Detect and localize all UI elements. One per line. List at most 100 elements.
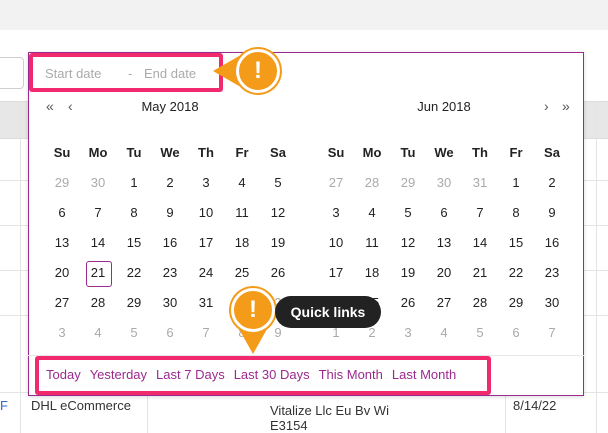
day-cell[interactable]: 27 (318, 168, 354, 198)
company-line-2: E3154 (270, 418, 308, 433)
day-cell[interactable]: 17 (188, 228, 224, 258)
day-cell[interactable]: 28 (354, 168, 390, 198)
day-cell[interactable]: 23 (152, 258, 188, 288)
day-cell[interactable]: 7 (80, 198, 116, 228)
table-column-divider (20, 101, 21, 433)
day-cell[interactable]: 27 (426, 288, 462, 318)
weekday-header-row: Su Mo Tu We Th Fr Sa (44, 138, 296, 168)
day-cell[interactable]: 5 (116, 318, 152, 348)
day-cell[interactable]: 30 (534, 288, 570, 318)
day-cell[interactable]: 20 (44, 258, 80, 288)
day-cell[interactable]: 3 (390, 318, 426, 348)
day-cell[interactable]: 26 (260, 258, 296, 288)
day-cell[interactable]: 3 (318, 198, 354, 228)
day-cell[interactable]: 7 (188, 318, 224, 348)
callout-arrow-icon (239, 329, 267, 354)
day-cell[interactable]: 17 (318, 258, 354, 288)
day-cell[interactable]: 4 (80, 318, 116, 348)
day-cell[interactable]: 31 (188, 288, 224, 318)
exclamation-icon: ! (236, 49, 280, 93)
day-cell[interactable]: 5 (260, 168, 296, 198)
day-cell[interactable]: 9 (152, 198, 188, 228)
day-cell[interactable]: 30 (152, 288, 188, 318)
day-cell[interactable]: 13 (44, 228, 80, 258)
day-cell[interactable]: 1 (116, 168, 152, 198)
highlight-date-range (29, 53, 223, 92)
day-cell[interactable]: 11 (224, 198, 260, 228)
day-cell[interactable]: 19 (390, 258, 426, 288)
day-cell[interactable]: 15 (498, 228, 534, 258)
day-cell[interactable]: 7 (534, 318, 570, 348)
table-cell-fragment[interactable]: F (0, 398, 8, 413)
day-cell[interactable]: 10 (318, 228, 354, 258)
week-row: 29 30 1 2 3 4 5 (44, 168, 296, 198)
day-cell[interactable]: 22 (498, 258, 534, 288)
day-cell[interactable]: 5 (390, 198, 426, 228)
week-row: 17 18 19 20 21 22 23 (318, 258, 570, 288)
day-cell[interactable]: 2 (152, 168, 188, 198)
day-cell[interactable]: 10 (188, 198, 224, 228)
app-top-bar (0, 0, 608, 30)
quick-links-tooltip: Quick links (275, 296, 381, 328)
day-cell[interactable]: 22 (116, 258, 152, 288)
day-cell[interactable]: 5 (462, 318, 498, 348)
day-cell[interactable]: 8 (116, 198, 152, 228)
day-cell[interactable]: 4 (426, 318, 462, 348)
day-cell[interactable]: 27 (44, 288, 80, 318)
day-cell[interactable]: 3 (44, 318, 80, 348)
day-cell[interactable]: 23 (534, 258, 570, 288)
day-cell[interactable]: 29 (44, 168, 80, 198)
day-cell[interactable]: 30 (80, 168, 116, 198)
day-cell[interactable]: 26 (390, 288, 426, 318)
table-cell-company: Vitalize Llc Eu Bv Wi E3154 (270, 403, 389, 433)
day-cell[interactable]: 19 (260, 228, 296, 258)
day-cell[interactable]: 15 (116, 228, 152, 258)
day-cell[interactable]: 6 (44, 198, 80, 228)
background-input[interactable] (0, 57, 24, 89)
month-title: May 2018 (141, 99, 199, 114)
day-cell[interactable]: 6 (498, 318, 534, 348)
weekday-label: Sa (544, 145, 560, 160)
day-cell[interactable]: 29 (498, 288, 534, 318)
week-row: 6 7 8 9 10 11 12 (44, 198, 296, 228)
week-row: 20 21 22 23 24 25 26 (44, 258, 296, 288)
week-row: 272829303112 (318, 168, 570, 198)
day-cell[interactable]: 4 (354, 198, 390, 228)
day-cell[interactable]: 31 (462, 168, 498, 198)
day-cell[interactable]: 18 (224, 228, 260, 258)
weekday-label: Mo (362, 145, 382, 160)
weekday-label: Th (472, 145, 488, 160)
weekday-label: Su (327, 145, 345, 160)
day-cell[interactable]: 7 (462, 198, 498, 228)
day-cell[interactable]: 16 (152, 228, 188, 258)
day-cell[interactable]: 2 (534, 168, 570, 198)
day-cell[interactable]: 21 (462, 258, 498, 288)
day-cell[interactable]: 3 (188, 168, 224, 198)
day-cell[interactable]: 6 (426, 198, 462, 228)
day-cell[interactable]: 30 (426, 168, 462, 198)
day-cell[interactable]: 14 (462, 228, 498, 258)
day-cell[interactable]: 20 (426, 258, 462, 288)
day-cell[interactable]: 28 (462, 288, 498, 318)
day-cell[interactable]: 24 (188, 258, 224, 288)
day-cell[interactable]: 18 (354, 258, 390, 288)
day-cell[interactable]: 28 (80, 288, 116, 318)
day-cell[interactable]: 14 (80, 228, 116, 258)
day-cell[interactable]: 29 (116, 288, 152, 318)
weekday-label: Su (53, 145, 71, 160)
day-cell[interactable]: 12 (390, 228, 426, 258)
day-cell[interactable]: 6 (152, 318, 188, 348)
day-cell[interactable]: 13 (426, 228, 462, 258)
day-cell[interactable]: 9 (534, 198, 570, 228)
day-cell[interactable]: 1 (498, 168, 534, 198)
day-cell[interactable]: 12 (260, 198, 296, 228)
weekday-label: We (160, 145, 180, 160)
day-cell[interactable]: 21 (80, 258, 116, 288)
day-cell[interactable]: 29 (390, 168, 426, 198)
day-cell[interactable]: 11 (354, 228, 390, 258)
week-row: 13 14 15 16 17 18 19 (44, 228, 296, 258)
day-cell[interactable]: 4 (224, 168, 260, 198)
day-cell[interactable]: 8 (498, 198, 534, 228)
day-cell[interactable]: 16 (534, 228, 570, 258)
day-cell[interactable]: 25 (224, 258, 260, 288)
